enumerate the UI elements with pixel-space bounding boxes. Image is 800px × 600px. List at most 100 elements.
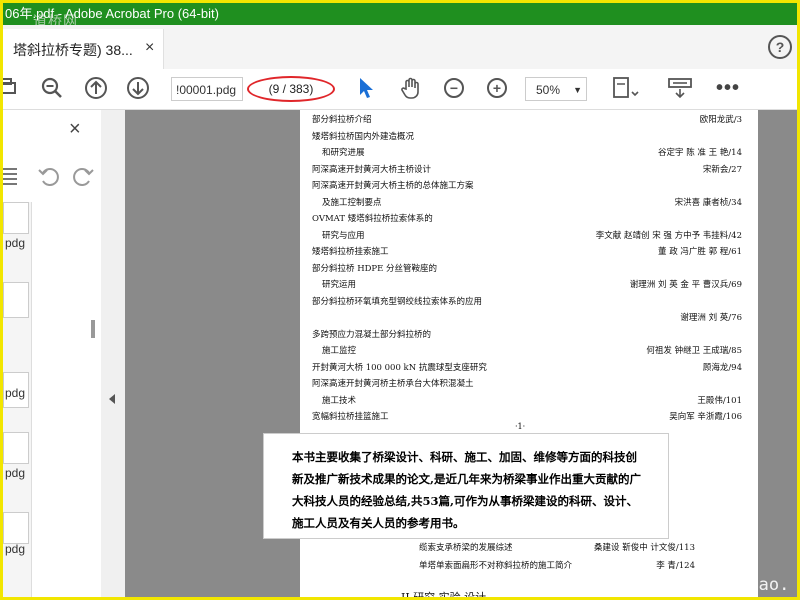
print-icon[interactable] — [3, 73, 17, 103]
toc-entry: 缆索支承桥梁的发展综述 桑建设 靳俊中 计文俊/113 — [419, 539, 695, 557]
toc-entry: 单塔单索面扁形不对称斜拉桥的施工简介 李 青/124 — [419, 557, 695, 575]
zoom-dropdown[interactable]: 50% ▼ — [525, 77, 587, 101]
next-page-icon[interactable] — [123, 73, 153, 103]
title-bar: 06年.pdf - Adobe Acrobat Pro (64-bit) 道桥网 — [3, 3, 797, 30]
toc-entry-title: 阿深高速开封黄河大桥主桥设计 — [312, 164, 432, 175]
toc-entry: 和研究进展 谷定宇 陈 准 王 艳/14 — [312, 145, 742, 162]
toc-entry-title: 矮塔斜拉桥挂索施工 — [312, 247, 389, 257]
page-thumbnail[interactable] — [3, 512, 29, 544]
toc-entry: 阿深高速开封黄河大桥主桥设计 宋新会/27 — [312, 162, 742, 179]
toc-entry-title: 阿深高速开封黄河大桥主桥的总体施工方案 — [312, 181, 474, 191]
page-thumbnails-panel: × pdg pdg pdg pdg — [3, 110, 102, 597]
toc-entry-title: 和研究进展 — [322, 148, 365, 158]
zoom-out-icon[interactable]: − — [440, 73, 468, 103]
toc-entry-title: 阿深高速开封黄河桥主桥承台大体积混凝土 — [312, 379, 474, 389]
toc-entry-author-page: 董 政 冯广胜 郭 程/61 — [658, 247, 742, 257]
select-cursor-icon[interactable] — [353, 73, 379, 103]
hand-tool-icon[interactable] — [397, 73, 425, 103]
toc-entry: 部分斜拉桥 HDPE 分丝管鞍座的 — [312, 261, 742, 278]
tab-bar: 塔斜拉桥专题) 38... × ? — [3, 25, 797, 70]
toc-entry-author-page: 李 青/124 — [656, 561, 695, 571]
page-number-mark: ·1· — [515, 422, 526, 431]
section-heading: II 研究 实验 设计 — [401, 591, 487, 600]
toc-entry-title: 开封黄河大桥 100 000 kN 抗震球型支座研究 — [312, 362, 487, 373]
help-icon[interactable]: ? — [768, 35, 792, 59]
toc-entry-title: 矮塔斜拉桥国内外建造概况 — [312, 131, 415, 142]
tab-close-icon[interactable]: × — [145, 39, 154, 57]
toc-entry-title: 部分斜拉桥介绍 — [312, 115, 372, 125]
toc-entry-author-page: 谢理洲 刘 英 金 平 曹汉兵/69 — [629, 280, 742, 290]
thumbnail-label: pdg — [5, 542, 26, 556]
toc-entry: 阿深高速开封黄河大桥主桥的总体施工方案 — [312, 178, 742, 195]
toc-entry: 施工技术 王殿伟/101 — [312, 393, 742, 410]
table-of-contents: 部分斜拉桥介绍 欧阳龙武/3 矮塔斜拉桥国内外建造概况和研究进展 谷定宇 陈 准 王 … — [312, 112, 742, 426]
toc-entry-title: 多跨预应力混凝土部分斜拉桥的 — [312, 329, 432, 340]
toc-entry: 矮塔斜拉桥挂索施工 董 政 冯广胜 郭 程/61 — [312, 244, 742, 261]
toc-entry: 阿深高速开封黄河桥主桥承台大体积混凝土 — [312, 376, 742, 393]
page-count: (9 / 383) — [247, 76, 335, 102]
toc-entry-author-page: 王殿伟/101 — [697, 395, 742, 406]
toc-entry-title: 缆索支承桥梁的发展综述 — [419, 543, 513, 553]
thumbnail-label: pdg — [5, 386, 26, 400]
toc-entry-title: 宽幅斜拉桥挂篮施工 — [312, 412, 389, 422]
toc-entry-title: 单塔单索面扁形不对称斜拉桥的施工简介 — [419, 561, 573, 571]
toc-entry: 研究与应用 李文献 赵靖创 宋 强 方中予 韦挂料/42 — [312, 228, 742, 245]
toc-entry: 宽幅斜拉桥挂篮施工 吴向军 辛浙霞/106 — [312, 409, 742, 426]
toc-entry: 多跨预应力混凝土部分斜拉桥的 — [312, 327, 742, 344]
toc-entry-title: 施工监控 — [322, 346, 357, 356]
toc-entry-author-page: 何祖发 钟继卫 王成瑞/85 — [646, 346, 742, 356]
thumbnail-options-icon[interactable] — [3, 165, 23, 187]
toc-entry-title: 部分斜拉桥 HDPE 分丝管鞍座的 — [312, 263, 438, 274]
toc-entry: 施工监控 何祖发 钟继卫 王成瑞/85 — [312, 343, 742, 360]
toc-entry: 谢理洲 刘 英/76 — [312, 310, 742, 327]
collapse-arrow-icon[interactable] — [109, 394, 115, 404]
panel-collapse-bar[interactable] — [101, 110, 125, 597]
toc-entry-author-page: 吴向军 辛浙霞/106 — [669, 412, 742, 422]
page-number-input[interactable]: !00001.pdg — [171, 77, 243, 101]
page-thumbnail[interactable] — [3, 282, 29, 318]
zoom-in-icon[interactable]: + — [483, 73, 511, 103]
tab-label: 塔斜拉桥专题) 38... — [13, 42, 133, 58]
chevron-down-icon: ▼ — [573, 85, 582, 95]
toc-entry-author-page: 谢理洲 刘 英/76 — [680, 313, 742, 323]
toc-entry: OVMAT 矮塔斜拉桥拉索体系的 — [312, 211, 742, 228]
toc-entry-author-page: 李文献 赵靖创 宋 强 方中予 韦挂料/42 — [595, 230, 742, 241]
toc-entry-author-page: 桑建设 靳俊中 计文俊/113 — [594, 543, 695, 553]
toc-entry-author-page: 宋洪喜 康者桢/34 — [674, 197, 742, 208]
thumbnail-label: pdg — [5, 466, 26, 480]
toc-entry: 开封黄河大桥 100 000 kN 抗震球型支座研究 顾海龙/94 — [312, 360, 742, 377]
read-mode-icon[interactable] — [665, 73, 695, 103]
app-window: 06年.pdf - Adobe Acrobat Pro (64-bit) 道桥网… — [0, 0, 800, 600]
toc-entry: 部分斜拉桥介绍 欧阳龙武/3 — [312, 112, 742, 129]
rotate-left-icon[interactable] — [37, 164, 61, 188]
toc-entry-title: 及施工控制要点 — [322, 197, 382, 208]
toc-entry-title: 研究运用 — [322, 280, 357, 290]
thumbnail-list: pdg pdg pdg pdg — [3, 202, 95, 597]
page-thumbnail[interactable] — [3, 202, 29, 234]
thumbnail-label: pdg — [5, 236, 26, 250]
rotate-right-icon[interactable] — [71, 164, 95, 188]
toc-entry: 研究运用 谢理洲 刘 英 金 平 曹汉兵/69 — [312, 277, 742, 294]
toc-entry-title: 施工技术 — [322, 395, 357, 406]
toc-entry-author-page: 谷定宇 陈 准 王 艳/14 — [658, 148, 742, 158]
toc-entry-title: 部分斜拉桥环氧填充型钢绞线拉索体系的应用 — [312, 296, 483, 307]
page-display-icon[interactable] — [609, 73, 643, 103]
toc-entry: 矮塔斜拉桥国内外建造概况 — [312, 129, 742, 146]
document-tab[interactable]: 塔斜拉桥专题) 38... × — [3, 29, 164, 69]
panel-close-icon[interactable]: × — [69, 118, 81, 141]
toc-entry-author-page: 宋新会/27 — [702, 164, 742, 175]
toc-entry-title: 研究与应用 — [322, 230, 365, 241]
toc-entry-author-page: 欧阳龙武/3 — [699, 115, 742, 125]
page-thumbnail[interactable] — [3, 432, 29, 464]
scrollbar-thumb[interactable] — [91, 320, 95, 338]
toc-entry: 部分斜拉桥环氧填充型钢绞线拉索体系的应用 — [312, 294, 742, 311]
zoom-value: 50% — [536, 83, 561, 97]
toolbar: !00001.pdg (9 / 383) − + 50% ▼ ••• — [3, 69, 797, 110]
table-of-contents-continued: 缆索支承桥梁的发展综述 桑建设 靳俊中 计文俊/113 单塔单索面扁形不对称斜拉桥的… — [419, 539, 695, 575]
toc-entry-author-page: 顾海龙/94 — [702, 362, 742, 373]
toc-entry: 及施工控制要点 宋洪喜 康者桢/34 — [312, 195, 742, 212]
zoom-search-icon[interactable] — [37, 73, 67, 103]
more-options-icon[interactable]: ••• — [713, 73, 743, 103]
previous-page-icon[interactable] — [81, 73, 111, 103]
book-description: 本书主要收集了桥梁设计、科研、施工、加固、维修等方面的科技创新及推广新技术成果的… — [263, 433, 669, 539]
